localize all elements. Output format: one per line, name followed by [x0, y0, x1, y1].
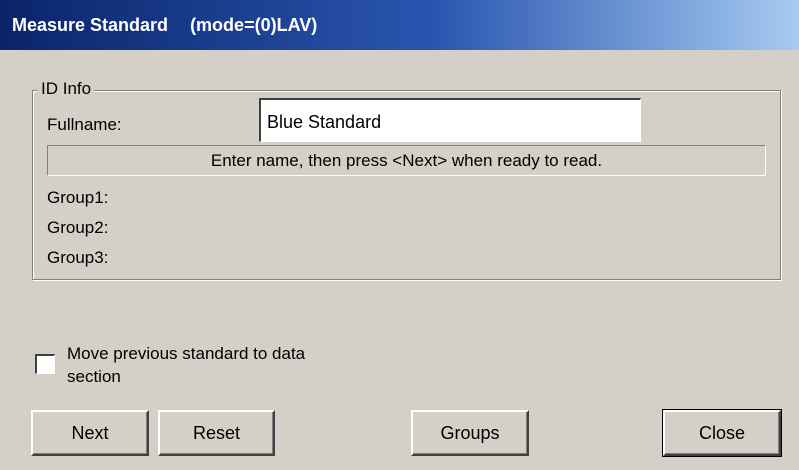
next-button[interactable]: Next	[31, 410, 149, 456]
groups-button[interactable]: Groups	[411, 410, 529, 456]
group3-label: Group3:	[47, 248, 109, 267]
dialog-client-area: ID Info Fullname: Enter name, then press…	[14, 50, 799, 470]
close-button[interactable]: Close	[662, 409, 782, 457]
move-previous-label[interactable]: Move previous standard to data section	[67, 342, 357, 388]
measure-standard-dialog: Measure Standard (mode=(0)LAV) ID Info Fu…	[0, 0, 799, 470]
status-message: Enter name, then press <Next> when ready…	[47, 145, 766, 176]
window-title: Measure Standard	[12, 15, 169, 35]
move-previous-checkbox[interactable]	[35, 354, 55, 374]
fullname-label: Fullname:	[47, 115, 122, 134]
group1-label: Group1:	[47, 188, 109, 207]
reset-button[interactable]: Reset	[158, 410, 275, 456]
id-info-legend: ID Info	[38, 79, 95, 99]
window-mode: (mode=(0)LAV)	[190, 15, 318, 35]
group2-label: Group2:	[47, 218, 109, 237]
fullname-input[interactable]	[259, 98, 641, 142]
title-bar[interactable]: Measure Standard (mode=(0)LAV)	[0, 0, 799, 50]
